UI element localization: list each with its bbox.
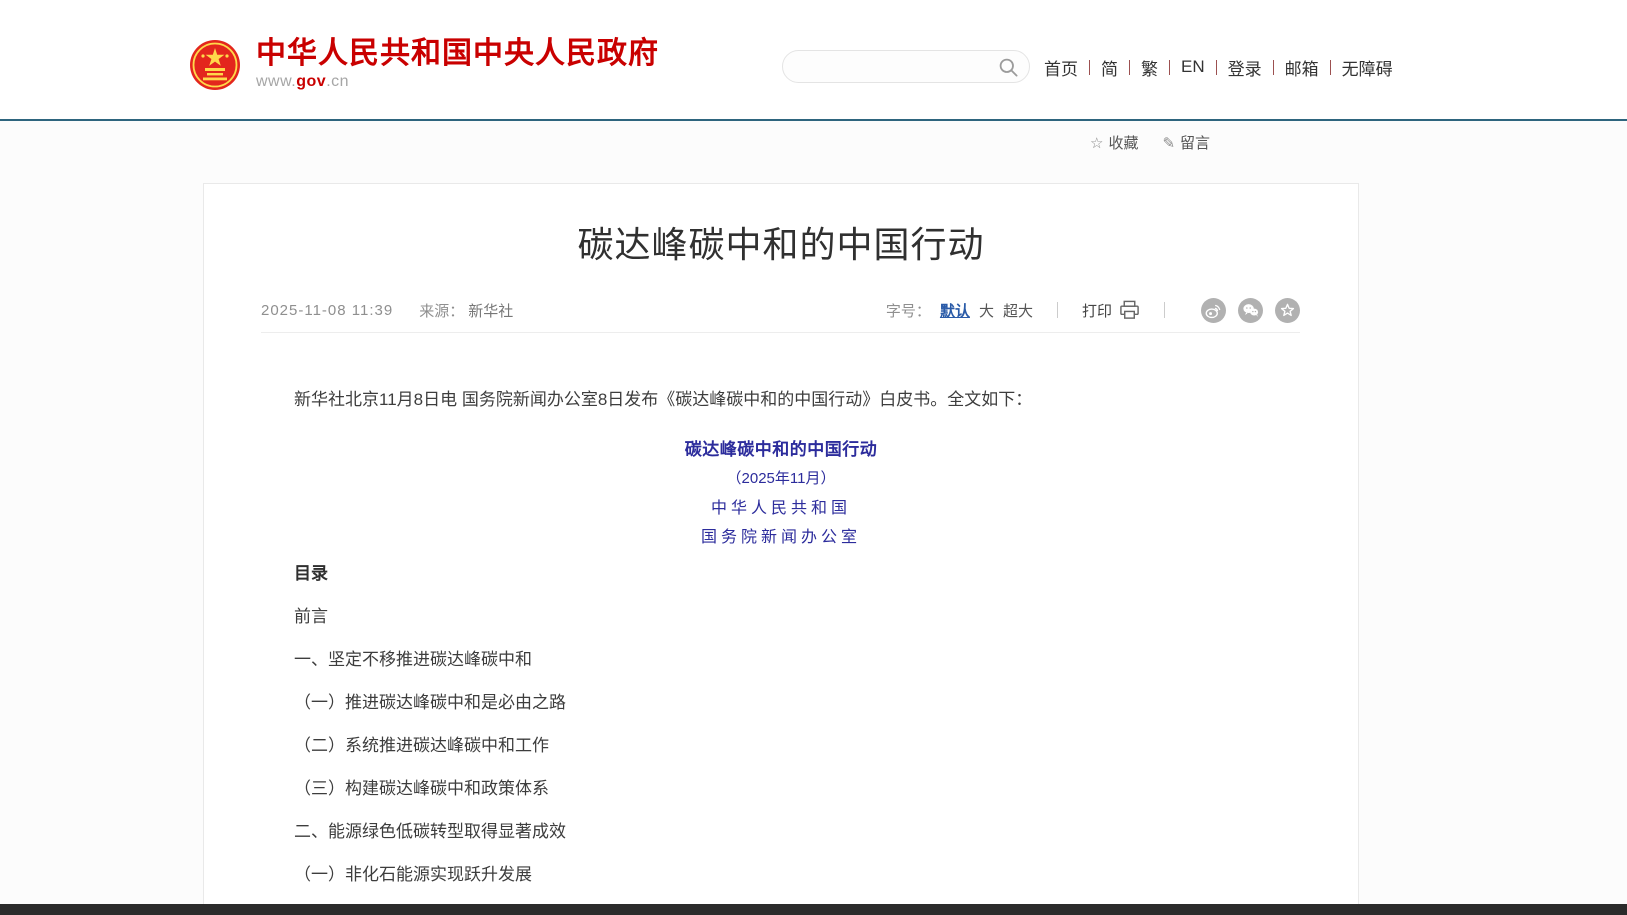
publish-datetime: 2025-11-08 11:39	[261, 302, 393, 319]
weibo-icon	[1204, 301, 1223, 320]
search-box	[782, 50, 1030, 83]
nav-separator	[1330, 60, 1331, 75]
nav-item-simplified[interactable]: 简	[1101, 55, 1118, 80]
page: 中华人民共和国中央人民政府 www.gov.cn 首页 简 繁 EN 登录 邮箱	[0, 0, 1627, 915]
print-button[interactable]: 打印	[1082, 300, 1140, 321]
utility-bar: ☆ 收藏 ✎ 留言	[1090, 132, 1210, 153]
document-heading-block: 碳达峰碳中和的中国行动 （2025年11月） 中华人民共和国 国务院新闻办公室	[294, 435, 1268, 551]
nav-item-english[interactable]: EN	[1181, 57, 1205, 77]
nav-item-accessibility[interactable]: 无障碍	[1342, 55, 1393, 80]
font-size-large-button[interactable]: 大	[979, 300, 994, 321]
meta-left: 2025-11-08 11:39 来源：新华社	[261, 300, 513, 321]
search-input[interactable]	[799, 51, 994, 82]
toc-item: 一、坚定不移推进碳达峰碳中和	[294, 651, 1268, 669]
meta-separator	[1164, 302, 1165, 318]
document-date: （2025年11月）	[294, 464, 1268, 493]
brand-text: 中华人民共和国中央人民政府 www.gov.cn	[256, 38, 659, 91]
site-header: 中华人民共和国中央人民政府 www.gov.cn 首页 简 繁 EN 登录 邮箱	[0, 0, 1627, 121]
source: 来源：新华社	[419, 300, 513, 321]
site-logo-link[interactable]: 中华人民共和国中央人民政府 www.gov.cn	[189, 38, 659, 92]
toc-item: 前言	[294, 608, 1268, 626]
nav-item-home[interactable]: 首页	[1044, 55, 1078, 80]
nav-separator	[1129, 60, 1130, 75]
toc-item: （二）系统推进碳达峰碳中和工作	[294, 737, 1268, 755]
share-wechat-button[interactable]	[1238, 298, 1263, 323]
top-nav: 首页 简 繁 EN 登录 邮箱 无障碍	[1044, 56, 1393, 78]
printer-icon	[1119, 300, 1140, 320]
bottom-bar	[0, 904, 1627, 915]
font-size-label: 字号：	[886, 300, 931, 321]
favorite-button[interactable]: ☆ 收藏	[1090, 132, 1138, 153]
nav-separator	[1089, 60, 1090, 75]
article-card: 碳达峰碳中和的中国行动 2025-11-08 11:39 来源：新华社 字号： …	[203, 183, 1359, 915]
national-emblem-icon	[189, 38, 241, 92]
site-url-gov: gov	[296, 73, 326, 90]
wechat-icon	[1241, 301, 1260, 320]
toc-heading: 目录	[294, 565, 1268, 583]
font-size-default-button[interactable]: 默认	[940, 300, 970, 321]
meta-separator	[1057, 302, 1058, 318]
site-title: 中华人民共和国中央人民政府	[256, 38, 659, 70]
site-url-suffix: .cn	[326, 73, 349, 90]
toc-item: （一）非化石能源实现跃升发展	[294, 866, 1268, 884]
search-icon[interactable]	[998, 57, 1019, 78]
nav-item-mail[interactable]: 邮箱	[1285, 55, 1319, 80]
article-meta-row: 2025-11-08 11:39 来源：新华社 字号： 默认 大 超大 打印	[261, 296, 1300, 324]
table-of-contents: 目录 前言 一、坚定不移推进碳达峰碳中和 （一）推进碳达峰碳中和是必由之路 （二…	[294, 565, 1268, 884]
message-button[interactable]: ✎ 留言	[1162, 132, 1210, 153]
source-value: 新华社	[468, 303, 513, 320]
nav-separator	[1216, 60, 1217, 75]
nav-item-traditional[interactable]: 繁	[1141, 55, 1158, 80]
message-label: 留言	[1180, 132, 1210, 153]
nav-separator	[1273, 60, 1274, 75]
meta-right: 字号： 默认 大 超大 打印	[886, 298, 1300, 323]
document-org-line: 国务院新闻办公室	[294, 522, 1268, 551]
article-title: 碳达峰碳中和的中国行动	[204, 222, 1358, 268]
share-more-button[interactable]	[1275, 298, 1300, 323]
document-org-line: 中华人民共和国	[294, 493, 1268, 522]
site-url: www.gov.cn	[256, 73, 659, 91]
nav-item-login[interactable]: 登录	[1228, 55, 1262, 80]
source-label: 来源：	[419, 303, 464, 320]
toc-item: 二、能源绿色低碳转型取得显著成效	[294, 823, 1268, 841]
star-icon: ☆	[1090, 134, 1103, 152]
toc-item: （一）推进碳达峰碳中和是必由之路	[294, 694, 1268, 712]
star-badge-icon	[1278, 301, 1297, 320]
toc-item: （三）构建碳达峰碳中和政策体系	[294, 780, 1268, 798]
pencil-icon: ✎	[1162, 134, 1175, 152]
document-title: 碳达峰碳中和的中国行动	[294, 435, 1268, 464]
site-url-prefix: www.	[256, 73, 296, 90]
share-weibo-button[interactable]	[1201, 298, 1226, 323]
intro-paragraph: 新华社北京11月8日电 国务院新闻办公室8日发布《碳达峰碳中和的中国行动》白皮书…	[294, 390, 1268, 410]
article-body: 新华社北京11月8日电 国务院新闻办公室8日发布《碳达峰碳中和的中国行动》白皮书…	[294, 333, 1268, 909]
nav-separator	[1169, 60, 1170, 75]
font-size-xlarge-button[interactable]: 超大	[1003, 300, 1033, 321]
print-label: 打印	[1082, 300, 1112, 321]
favorite-label: 收藏	[1108, 132, 1138, 153]
